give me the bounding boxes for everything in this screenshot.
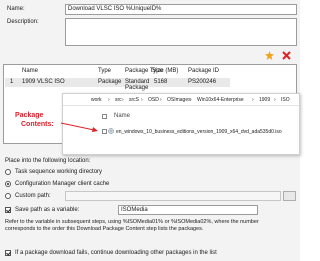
location-section-label: Place into the following location: bbox=[5, 158, 91, 164]
browse-button[interactable] bbox=[283, 191, 296, 201]
breadcrumb-item[interactable]: 1909 bbox=[259, 97, 270, 103]
variable-help-text: Refer to the variable in subsequent step… bbox=[5, 219, 259, 232]
disc-image-icon bbox=[108, 128, 114, 134]
name-label: Name: bbox=[7, 6, 25, 12]
divider bbox=[63, 105, 299, 106]
breadcrumb-separator: › bbox=[108, 97, 110, 103]
step-properties-panel: Name: Download VLSC ISO %UniqueID% Descr… bbox=[0, 0, 300, 261]
custom-path-radio[interactable] bbox=[5, 193, 11, 199]
client-cache-label[interactable]: Configuration Manager client cache bbox=[15, 181, 109, 188]
client-cache-radio[interactable] bbox=[5, 181, 11, 187]
column-header-name[interactable]: Name bbox=[22, 68, 38, 74]
row-type: Package bbox=[98, 79, 122, 85]
star-burst-icon[interactable] bbox=[265, 51, 274, 60]
annotation-arrow bbox=[60, 121, 100, 133]
breadcrumb-item[interactable]: OSImages bbox=[167, 97, 191, 103]
row-name: 1909 VLSC ISO bbox=[22, 79, 65, 85]
breadcrumb-item[interactable]: OSD bbox=[148, 97, 159, 103]
working-directory-label[interactable]: Task sequence working directory bbox=[15, 169, 102, 176]
column-header-package-id[interactable]: Package ID bbox=[188, 68, 219, 74]
column-header-size[interactable]: Size (MB) bbox=[152, 68, 178, 74]
continue-on-failure-checkbox[interactable] bbox=[5, 250, 11, 256]
custom-path-label[interactable]: Custom path: bbox=[15, 193, 51, 200]
breadcrumb-item[interactable]: work bbox=[91, 97, 102, 103]
breadcrumb-separator: › bbox=[141, 97, 143, 103]
breadcrumb-separator: › bbox=[122, 97, 124, 103]
breadcrumb-separator: › bbox=[160, 97, 162, 103]
breadcrumb-separator: › bbox=[252, 97, 254, 103]
breadcrumb-item[interactable]: Win10x64-Enterprise bbox=[197, 97, 244, 103]
breadcrumb-item[interactable]: src bbox=[115, 97, 122, 103]
name-column-header[interactable]: Name bbox=[114, 113, 130, 119]
row-package-type: Standard Package bbox=[125, 79, 150, 91]
name-field[interactable]: Download VLSC ISO %UniqueID% bbox=[65, 4, 297, 15]
description-field[interactable] bbox=[65, 18, 297, 46]
row-size: 5168 bbox=[154, 79, 168, 85]
annotation-label: Contents: bbox=[21, 121, 54, 128]
annotation-label: Package bbox=[15, 112, 44, 119]
iso-file-name[interactable]: en_windows_10_business_editions_version_… bbox=[116, 129, 282, 135]
file-checkbox[interactable] bbox=[102, 129, 107, 134]
row-index: 1 bbox=[10, 79, 14, 85]
column-header-type[interactable]: Type bbox=[98, 68, 111, 74]
save-path-checkbox[interactable] bbox=[5, 207, 11, 213]
save-path-label[interactable]: Save path as a variable: bbox=[15, 207, 79, 214]
description-label: Description: bbox=[7, 19, 39, 25]
breadcrumb-item[interactable]: ISO bbox=[281, 97, 290, 103]
select-all-checkbox[interactable] bbox=[102, 114, 107, 119]
working-directory-radio[interactable] bbox=[5, 169, 11, 175]
custom-path-field[interactable] bbox=[65, 191, 281, 201]
red-x-icon[interactable] bbox=[282, 51, 291, 60]
continue-on-failure-label[interactable]: If a package download fails, continue do… bbox=[15, 250, 217, 257]
breadcrumb-separator: › bbox=[190, 97, 192, 103]
breadcrumb-separator: › bbox=[274, 97, 276, 103]
row-package-id: PS200246 bbox=[188, 79, 217, 85]
variable-name-field[interactable]: ISOMedia bbox=[118, 205, 258, 215]
breadcrumb-item[interactable]: srcS bbox=[129, 97, 139, 103]
